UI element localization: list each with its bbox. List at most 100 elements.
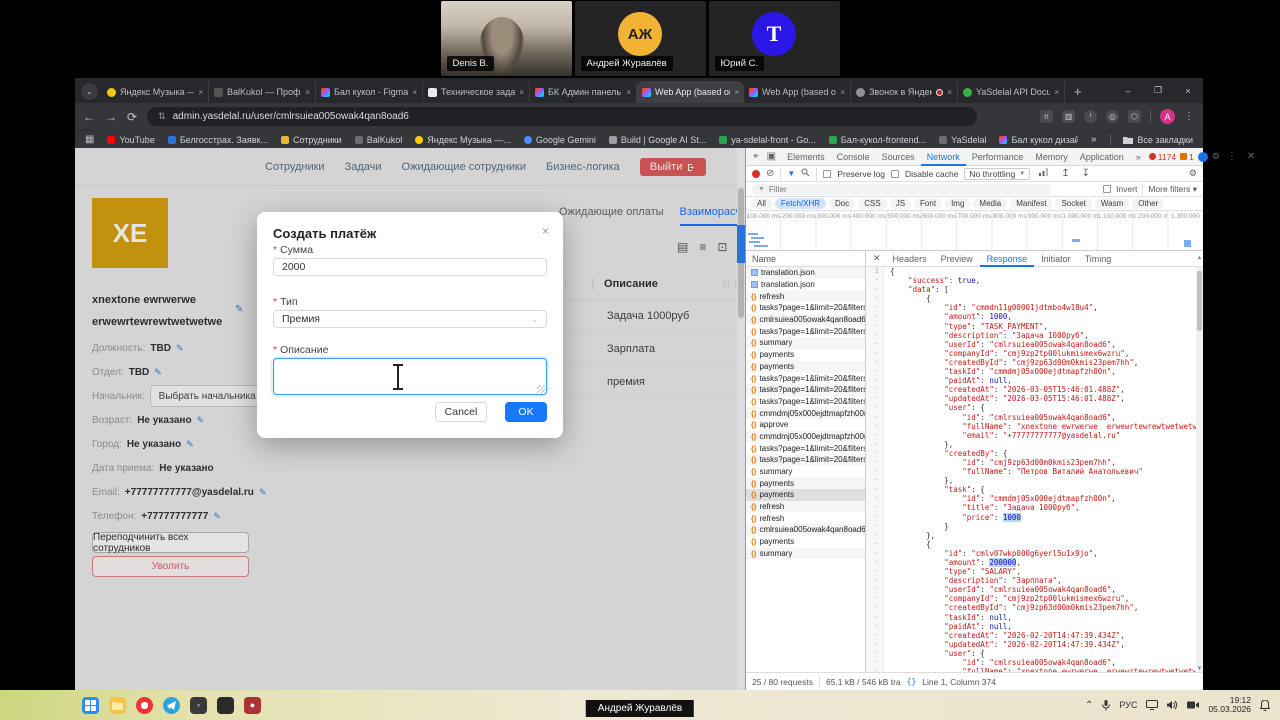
network-timeline[interactable]: 100.000 ms200.000 ms300.000 ms400.000 ms… bbox=[746, 211, 1203, 251]
detail-tab[interactable]: Timing bbox=[1078, 251, 1119, 267]
detail-tab[interactable]: Headers bbox=[886, 251, 934, 267]
type-chip[interactable]: JS bbox=[890, 198, 911, 209]
request-row[interactable]: refresh bbox=[746, 290, 865, 302]
restore-button[interactable]: ❐ bbox=[1143, 85, 1173, 96]
device-toolbar-icon[interactable]: ▣ bbox=[764, 151, 779, 162]
request-row[interactable]: tasks?page=1&limit=20&filters%5... bbox=[746, 372, 865, 384]
request-row[interactable]: cmmdmj05x000ejdtmapfzh00n bbox=[746, 407, 865, 419]
amount-input[interactable]: 2000 bbox=[273, 258, 547, 276]
filter-funnel-icon[interactable]: ▼ bbox=[787, 169, 795, 178]
type-chip[interactable]: Manifest bbox=[1010, 198, 1052, 209]
request-row[interactable]: refresh bbox=[746, 512, 865, 524]
request-row[interactable]: tasks?page=1&limit=20&filters%5... bbox=[746, 302, 865, 314]
type-chip[interactable]: Doc bbox=[829, 198, 855, 209]
browser-tab[interactable]: YaSdelal API Docume × bbox=[958, 81, 1065, 103]
type-chip[interactable]: Font bbox=[914, 198, 942, 209]
request-row[interactable]: tasks?page=1&limit=20&filters%5... bbox=[746, 442, 865, 454]
request-row[interactable]: translation.json bbox=[746, 279, 865, 291]
reload-icon[interactable]: ⟳ bbox=[127, 110, 137, 124]
request-row[interactable]: payments bbox=[746, 361, 865, 373]
request-row[interactable]: cmlrsuiea005owak4qan8oad6 bbox=[746, 524, 865, 536]
request-row[interactable]: tasks?page=1&limit=20&filters%5... bbox=[746, 325, 865, 337]
type-chip[interactable]: Other bbox=[1132, 198, 1164, 209]
password-extension-icon[interactable]: ▥ bbox=[1062, 110, 1075, 123]
tray-expand-icon[interactable]: ⌃ bbox=[1085, 700, 1093, 711]
detail-tab[interactable]: Response bbox=[980, 251, 1035, 267]
microphone-icon[interactable] bbox=[1102, 700, 1110, 711]
close-detail-icon[interactable]: ✕ bbox=[868, 253, 886, 264]
bookmark-item[interactable]: Сотрудники bbox=[281, 135, 342, 145]
warning-badge[interactable]: 1 bbox=[1180, 152, 1194, 162]
new-tab-button[interactable]: + bbox=[1065, 84, 1091, 99]
devtools-tab[interactable]: Application bbox=[1074, 148, 1130, 166]
browser-app-button[interactable] bbox=[136, 697, 153, 714]
browser-tab[interactable]: Яндекс Музыка — с × bbox=[102, 81, 209, 103]
devtools-tab[interactable]: Elements bbox=[781, 148, 831, 166]
request-row[interactable]: approve bbox=[746, 419, 865, 431]
export-har-icon[interactable]: ↧ bbox=[1079, 168, 1093, 179]
devtools-close-icon[interactable]: ✕ bbox=[1244, 151, 1258, 162]
settings-gear-icon[interactable]: ⚙ bbox=[1212, 151, 1220, 162]
network-conditions-icon[interactable] bbox=[1036, 168, 1052, 179]
recorder-app-button[interactable]: ● bbox=[244, 697, 261, 714]
bookmark-item[interactable]: ya-sdelal-front - Go... bbox=[719, 135, 816, 145]
tab-close-icon[interactable]: × bbox=[412, 88, 417, 97]
throttling-select[interactable]: No throttling ▼ bbox=[964, 168, 1030, 180]
tab-search-button[interactable]: ⌄ bbox=[81, 83, 98, 100]
inspect-element-icon[interactable]: ⌖ bbox=[750, 151, 762, 162]
devtools-tab[interactable]: Performance bbox=[966, 148, 1030, 166]
close-button[interactable]: × bbox=[1173, 86, 1203, 96]
bookmark-item[interactable]: YaSdelal bbox=[939, 135, 986, 145]
bookmark-item[interactable]: Build | Google AI St... bbox=[609, 135, 706, 145]
type-chip[interactable]: Wasm bbox=[1095, 198, 1129, 209]
minimize-button[interactable]: – bbox=[1113, 86, 1143, 96]
tab-close-icon[interactable]: × bbox=[626, 88, 631, 97]
ok-button[interactable]: OK bbox=[505, 402, 547, 422]
tab-close-icon[interactable]: × bbox=[1054, 88, 1059, 97]
scroll-down-icon[interactable]: ▼ bbox=[1196, 666, 1203, 672]
browser-tab[interactable]: Техническое задани × bbox=[423, 81, 530, 103]
browser-menu-icon[interactable]: ⋮ bbox=[1184, 111, 1195, 122]
request-row[interactable]: payments bbox=[746, 477, 865, 489]
request-row[interactable]: cmlrsuiea005owak4qan8oad6 bbox=[746, 314, 865, 326]
devtools-tab[interactable]: Network bbox=[921, 148, 966, 166]
telegram-app-button[interactable] bbox=[163, 697, 180, 714]
mic-extension-icon[interactable]: ᴵ bbox=[1084, 110, 1097, 123]
type-chip[interactable]: Media bbox=[973, 198, 1007, 209]
request-row[interactable]: refresh bbox=[746, 501, 865, 513]
detail-tab[interactable]: Preview bbox=[934, 251, 980, 267]
browser-tab[interactable]: Web App (based on × bbox=[637, 81, 744, 103]
type-chip[interactable]: Img bbox=[945, 198, 970, 209]
bookmark-item[interactable]: Яндекс Музыка —... bbox=[415, 135, 511, 145]
request-row[interactable]: summary bbox=[746, 466, 865, 478]
language-indicator[interactable]: РУС bbox=[1119, 700, 1137, 710]
devtools-tab[interactable]: Console bbox=[831, 148, 876, 166]
tab-close-icon[interactable]: × bbox=[198, 88, 203, 97]
tab-close-icon[interactable]: × bbox=[519, 88, 524, 97]
request-row[interactable]: translation.json bbox=[746, 267, 865, 279]
site-settings-icon[interactable]: ⇅ bbox=[158, 111, 166, 122]
request-row[interactable]: tasks?page=1&limit=20&filters%5... bbox=[746, 396, 865, 408]
resize-handle[interactable] bbox=[537, 385, 545, 393]
request-row[interactable]: cmmdmj05x000ejdtmapfzh00n bbox=[746, 431, 865, 443]
more-filters-button[interactable]: More filters ▾ bbox=[1148, 184, 1197, 195]
type-chip[interactable]: All bbox=[751, 198, 772, 209]
speaker-icon[interactable] bbox=[1167, 700, 1178, 710]
profile-avatar[interactable]: A bbox=[1160, 109, 1175, 124]
devtools-menu-icon[interactable]: ⋮ bbox=[1224, 151, 1240, 162]
modal-close-icon[interactable]: × bbox=[542, 224, 549, 238]
extensions-puzzle-icon[interactable]: ⬡ bbox=[1128, 110, 1141, 123]
tab-close-icon[interactable]: × bbox=[305, 88, 310, 97]
preserve-log-checkbox[interactable] bbox=[823, 170, 831, 178]
tab-close-icon[interactable]: × bbox=[840, 88, 845, 97]
bookmark-item[interactable]: Бал кукол дизайн bbox=[999, 135, 1077, 145]
bookmark-item[interactable]: Google Gemini bbox=[524, 135, 596, 145]
browser-tab[interactable]: Звонок в Яндекс × bbox=[851, 81, 958, 103]
search-icon[interactable] bbox=[801, 168, 810, 179]
bookmark-item[interactable]: Бал-кукол-frontend... bbox=[829, 135, 926, 145]
back-icon[interactable]: ← bbox=[83, 110, 95, 124]
devtools-tab[interactable]: Memory bbox=[1029, 148, 1074, 166]
record-network-icon[interactable] bbox=[752, 170, 760, 178]
type-select[interactable]: Премия ⌄ bbox=[273, 310, 547, 328]
description-textarea[interactable] bbox=[273, 358, 547, 395]
